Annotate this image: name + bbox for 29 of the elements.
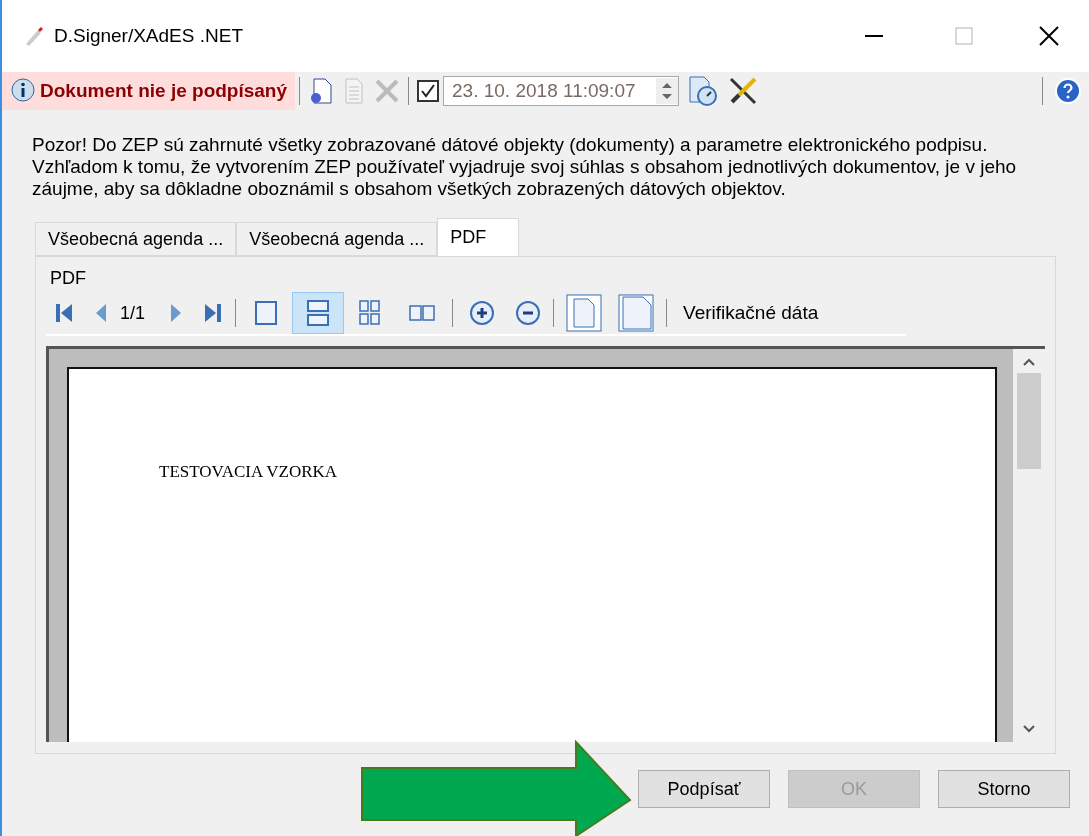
dialog-button[interactable]: Storno [938, 770, 1070, 808]
last-page-icon[interactable] [203, 302, 224, 324]
info-icon [10, 78, 36, 104]
document-text: TESTOVACIA VZORKA [159, 462, 338, 481]
zoom-in-icon[interactable] [469, 300, 496, 326]
datetime-field[interactable]: 23. 10. 2018 11:09:07 [443, 76, 680, 106]
help-icon[interactable] [1055, 78, 1081, 104]
spinner-icon[interactable] [656, 78, 679, 104]
window-title: D.Signer/XAdES .NET [54, 23, 244, 48]
pdf-label: PDF [50, 267, 87, 290]
status-text: Dokument nie je podpísaný [40, 78, 288, 103]
notice-paragraph: Pozor! Do ZEP sú zahrnuté všetky zobrazované dátové objekty (dokumenty) a parametre elektronického podpisu. Vzhľadom k tomu, že vytvorením ZEP používateľ vyjadruje svoj súhlas s obsahom jednotlivých dokumentov, je v jeho záujme, aby sa dôkladne oboznámil s obsahom všetkých zobrazených dátových objektov. [31, 133, 1018, 201]
timestamp-checkbox[interactable] [417, 80, 440, 102]
first-page-icon[interactable] [54, 302, 74, 324]
tab[interactable]: PDF [437, 218, 520, 256]
page-indicator: 1/1 [120, 301, 146, 325]
previous-page-icon[interactable] [94, 302, 108, 324]
scroll-thumb[interactable] [1017, 373, 1041, 469]
close-icon [1039, 26, 1059, 46]
maximize-icon [955, 27, 973, 45]
document-clock-icon[interactable] [687, 75, 720, 107]
verification-data-link[interactable]: Verifikačné dáta [683, 298, 819, 328]
dialog-button[interactable]: Podpísať [638, 770, 770, 808]
zoom-out-icon[interactable] [515, 300, 542, 326]
tab[interactable]: Všeobecná agenda ... [236, 222, 438, 256]
tab[interactable]: Všeobecná agenda ... [35, 222, 237, 256]
minimize-icon [865, 35, 883, 37]
arrow-icon [360, 740, 632, 836]
view-mode-button[interactable] [292, 292, 345, 334]
